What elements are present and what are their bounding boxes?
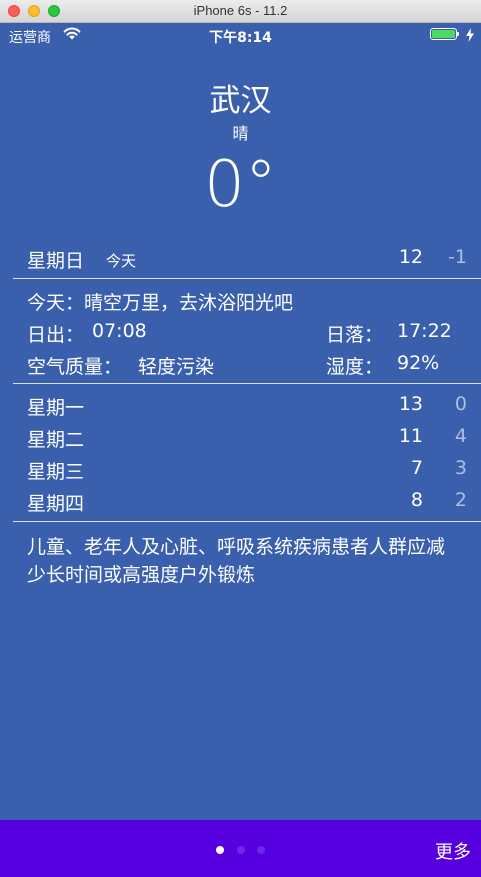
weather-summary: 今天：晴空万里，去沐浴阳光吧: [27, 292, 294, 314]
humidity-label: 湿度：: [326, 356, 384, 378]
health-advice: 儿童、老年人及心脏、呼吸系统疾病患者人群应减少长时间或高强度户外锻炼: [27, 536, 446, 586]
city-name: 武汉: [209, 83, 272, 119]
forecast-day: 星期二: [27, 429, 85, 451]
humidity-value: 92%: [397, 352, 440, 374]
divider: [13, 383, 481, 384]
bottom-toolbar: 更多: [0, 820, 481, 877]
divider: [13, 278, 481, 279]
forecast-low-temp: 0: [454, 393, 467, 415]
more-button[interactable]: 更多: [435, 838, 471, 864]
battery-icon: [430, 28, 457, 40]
page-dot-icon[interactable]: [257, 846, 265, 854]
charging-bolt-icon: [466, 28, 474, 42]
sunset-label: 日落：: [326, 324, 384, 346]
sunrise-label: 日出：: [27, 324, 85, 346]
forecast-low-temp: 3: [454, 457, 467, 479]
forecast-high-temp: 7: [410, 457, 423, 479]
forecast-day: 星期三: [27, 461, 85, 483]
forecast-high-temp: 13: [398, 393, 423, 415]
forecast-high-temp: 11: [398, 425, 423, 447]
today-day-label: 星期日: [27, 250, 85, 272]
air-quality-label: 空气质量：: [27, 356, 123, 378]
forecast-day: 星期一: [27, 397, 85, 419]
divider: [13, 521, 481, 522]
weather-condition: 晴: [232, 124, 249, 143]
forecast-low-temp: 4: [454, 425, 467, 447]
forecast-high-temp: 8: [410, 489, 423, 511]
page-dot-icon[interactable]: [237, 846, 245, 854]
sunset-value: 17:22: [397, 320, 452, 342]
battery-tip: [457, 32, 459, 36]
air-quality-value: 轻度污染: [138, 356, 215, 378]
window-title: iPhone 6s - 11.2: [193, 3, 288, 18]
current-temperature: 0°: [204, 148, 277, 222]
battery-level: [432, 30, 455, 38]
status-time: 下午8:14: [209, 30, 272, 46]
forecast-low-temp: 2: [454, 489, 467, 511]
today-low-temp: -1: [448, 246, 467, 268]
today-high-temp: 12: [398, 246, 423, 268]
simulator-titlebar: iPhone 6s - 11.2: [0, 0, 481, 23]
sunrise-value: 07:08: [92, 320, 147, 342]
status-bar: 运营商 下午8:14: [0, 22, 481, 48]
forecast-day: 星期四: [27, 493, 85, 515]
page-dot-icon[interactable]: [216, 846, 224, 854]
today-tag: 今天: [106, 252, 137, 270]
